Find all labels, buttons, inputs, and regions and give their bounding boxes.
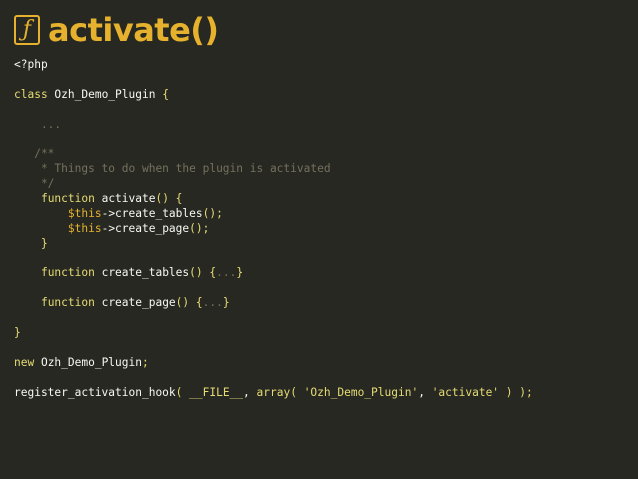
- code-token: new: [14, 355, 35, 369]
- code-token: function: [40, 192, 95, 206]
- code-line: <?php: [14, 58, 533, 73]
- code-line: function create_page() {...}: [14, 296, 533, 311]
- code-line: * Things to do when the plugin is activa…: [14, 162, 533, 177]
- code-token: ,: [418, 385, 432, 399]
- code-token: (: [290, 385, 304, 399]
- code-token: ...: [216, 266, 237, 280]
- code-token: function: [40, 296, 95, 310]
- code-line: class Ozh_Demo_Plugin {: [14, 88, 533, 103]
- code-token: }: [14, 326, 21, 340]
- code-line: $this->create_tables();: [14, 207, 533, 222]
- code-token: ->create_tables: [101, 206, 203, 220]
- function-icon: ƒ: [14, 15, 40, 45]
- slide: ƒ activate() <?php class Ozh_Demo_Plugin …: [0, 0, 638, 479]
- code-token: array: [256, 385, 291, 399]
- code-token: Ozh_Demo_Plugin: [47, 87, 163, 101]
- code-token: create_page: [94, 296, 176, 310]
- code-token: }: [40, 236, 48, 250]
- code-token: Ozh_Demo_Plugin: [34, 355, 142, 369]
- code-token: (: [175, 385, 190, 399]
- slide-title: activate(): [48, 11, 219, 49]
- code-token: ...: [14, 117, 62, 131]
- slide-title-row: ƒ activate(): [14, 8, 219, 52]
- code-token: ...: [202, 296, 223, 310]
- code-token: {: [162, 87, 169, 101]
- code-token: activate: [94, 192, 156, 206]
- code-token: function: [40, 266, 95, 280]
- code-token: register_activation_hook: [14, 385, 176, 399]
- code-token: $this: [67, 221, 102, 235]
- code-token: create_tables: [94, 266, 190, 280]
- code-line: new Ozh_Demo_Plugin;: [14, 356, 533, 371]
- code-token: }: [236, 266, 244, 280]
- code-line: */: [14, 177, 533, 192]
- code-token: () {: [175, 296, 203, 310]
- code-token: <?php: [14, 58, 48, 71]
- code-line: function create_tables() {...}: [14, 266, 533, 281]
- code-line: }: [14, 237, 533, 252]
- code-token: 'activate': [431, 385, 500, 399]
- code-token: ();: [202, 206, 223, 220]
- code-token: */: [14, 177, 55, 191]
- code-line: register_activation_hook( __FILE__, arra…: [14, 386, 533, 401]
- code-token: ) );: [499, 385, 533, 399]
- code-token: }: [222, 296, 230, 310]
- code-token: () {: [189, 266, 217, 280]
- code-token: ;: [142, 355, 149, 369]
- code-line: function activate() {: [14, 192, 533, 207]
- code-token: ();: [189, 221, 210, 235]
- code-token: ->create_page: [101, 221, 190, 235]
- code-block: <?php class Ozh_Demo_Plugin { ... /** * T…: [14, 58, 533, 400]
- code-token: 'Ozh_Demo_Plugin': [303, 385, 419, 399]
- code-token: () {: [155, 192, 183, 206]
- code-token: __FILE__: [189, 385, 244, 399]
- code-token: ,: [243, 385, 257, 399]
- code-token: * Things to do when the plugin is activa…: [14, 162, 331, 176]
- code-line: ...: [14, 118, 533, 133]
- code-line: $this->create_page();: [14, 222, 533, 237]
- code-line: }: [14, 326, 533, 341]
- code-token: $this: [67, 206, 102, 220]
- code-line: /**: [14, 147, 533, 162]
- code-token: /**: [14, 147, 55, 161]
- code-token: class: [14, 87, 48, 101]
- function-icon-glyph: ƒ: [22, 17, 32, 42]
